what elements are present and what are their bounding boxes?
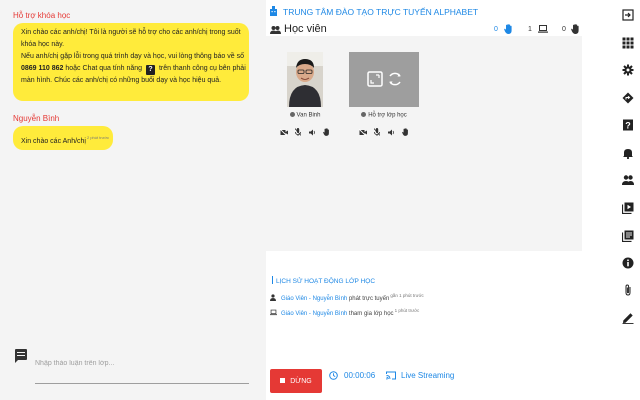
message-line: màn hình. Chúc các anh/chị có những buổi… [21,77,222,84]
edit-icon[interactable] [622,312,634,324]
hand-icon[interactable] [323,128,330,137]
participant-name-row: Van Binh [270,112,340,119]
participants-header: Học viên 0 1 0 [266,22,582,36]
help-icon[interactable]: ? [622,119,634,131]
hand-icon[interactable] [402,128,409,137]
timer-value: 00:00:06 [344,371,376,380]
screen-placeholder [367,71,401,87]
info-icon[interactable] [622,257,634,269]
history-action: phát trực tuyến [347,296,390,302]
message-time: 2 phút trước [87,135,109,140]
participant-controls [349,124,419,142]
bell-icon[interactable] [622,147,634,159]
message-line: Nếu anh/chị gặp lỗi trong quá trình dạy … [21,53,244,60]
main-panel: TRUNG TÂM ĐÀO TẠO TRỰC TUYẾN ALPHABET Họ… [266,0,582,400]
other-count: 0 [562,26,566,33]
message-line: khóa học này. [21,41,65,48]
support-phone[interactable]: 0869 110 862 [21,65,63,72]
video-library-icon[interactable] [622,202,634,214]
person-stream-icon [270,294,276,301]
status-dot [361,112,367,117]
raised-hands-count: 0 [494,26,498,33]
stop-label: DỪNG [290,377,312,385]
message-bubble: Xin chào các anh/chị! Tôi là người sẽ hỗ… [13,23,249,101]
message-sender: Hỗ trợ khóa học [13,11,71,20]
right-toolbar: ? [615,0,640,400]
chat-panel: Hỗ trợ khóa học Xin chào các anh/chị! Tô… [0,0,266,400]
mic-off-icon[interactable] [374,128,381,137]
message-line: Xin chào các anh/chị! Tôi là người sẽ hỗ… [21,29,241,36]
device-count: 1 [528,26,532,33]
message-line: 0869 110 862 hoặc Chat qua tính năng ? t… [21,63,246,75]
message-sender: Nguyễn Bình [13,114,60,123]
exit-icon[interactable] [622,9,634,21]
help-icon: ? [146,65,156,75]
hand-icon[interactable] [571,24,580,34]
history-title-text: LỊCH SỬ HOẠT ĐỘNG LỚP HỌC [276,278,376,285]
participant-name: Van Binh [296,112,321,119]
message-text: hoặc Chat qua tính năng [63,65,143,72]
message-text: trên thanh công cụ bên phải [157,65,246,72]
section-title: Học viên [284,23,327,35]
building-icon [270,6,277,16]
history-title: LỊCH SỬ HOẠT ĐỘNG LỚP HỌC [272,276,375,285]
history-action: tham gia lớp học [347,311,394,317]
cast-icon [386,371,396,380]
chat-icon [15,349,27,363]
notes-icon[interactable] [622,230,634,242]
status-dot [289,112,295,117]
clock-icon [329,371,338,380]
live-label: Live Streaming [401,371,455,380]
participant-name-row: Hỗ trợ lớp học [349,112,419,119]
participant-video [287,52,323,107]
apps-grid-icon[interactable] [622,37,634,49]
laptop-icon[interactable] [538,25,548,33]
message-bubble: Xin chào các Anh/chị2 phút trước [13,126,113,150]
history-actor[interactable]: Giáo Viên - Nguyễn Bình [281,311,347,317]
history-time: 1 phút trước [394,308,420,313]
message-text: Xin chào các Anh/chị [21,138,86,145]
timer: 00:00:06 [329,371,375,380]
camera-off-icon[interactable] [358,128,367,136]
camera-off-icon[interactable] [279,128,288,136]
avatar [287,52,323,107]
history-time: gần 1 phút trước [390,293,424,298]
attachment-icon[interactable] [622,284,634,296]
video-grid: Van Binh Hỗ trợ lớp học [266,36,582,251]
center-title: TRUNG TÂM ĐÀO TẠO TRỰC TUYẾN ALPHABET [283,7,479,17]
history-item: Giáo Viên - Nguyễn Bình tham gia lớp học… [270,308,419,317]
participant-name: Hỗ trợ lớp học [368,112,407,119]
header: TRUNG TÂM ĐÀO TẠO TRỰC TUYẾN ALPHABET [266,2,582,18]
participant-controls [270,124,340,142]
chat-input[interactable] [35,352,249,384]
settings-icon[interactable] [622,64,634,76]
svg-text:?: ? [625,121,631,131]
people-icon [270,26,281,34]
participant-tile[interactable]: Hỗ trợ lớp học [349,52,419,144]
speaker-icon[interactable] [387,129,395,136]
live-streaming-toggle[interactable]: Live Streaming [386,371,454,380]
speaker-icon[interactable] [308,129,316,136]
stop-icon [280,377,286,383]
participant-video [349,52,419,107]
hand-icon[interactable] [504,24,513,34]
classroom-app: Hỗ trợ khóa học Xin chào các anh/chị! Tô… [0,0,640,400]
directions-icon[interactable] [622,92,634,104]
laptop-icon [270,309,277,316]
participant-tile[interactable]: Van Binh [270,52,340,144]
history-actor[interactable]: Giáo Viên - Nguyễn Bình [281,296,347,302]
stop-button[interactable]: DỪNG [270,369,322,393]
history-item: Giáo Viên - Nguyễn Bình phát trực tuyếng… [270,293,424,302]
people-icon[interactable] [622,174,634,186]
mic-off-icon[interactable] [295,128,302,137]
